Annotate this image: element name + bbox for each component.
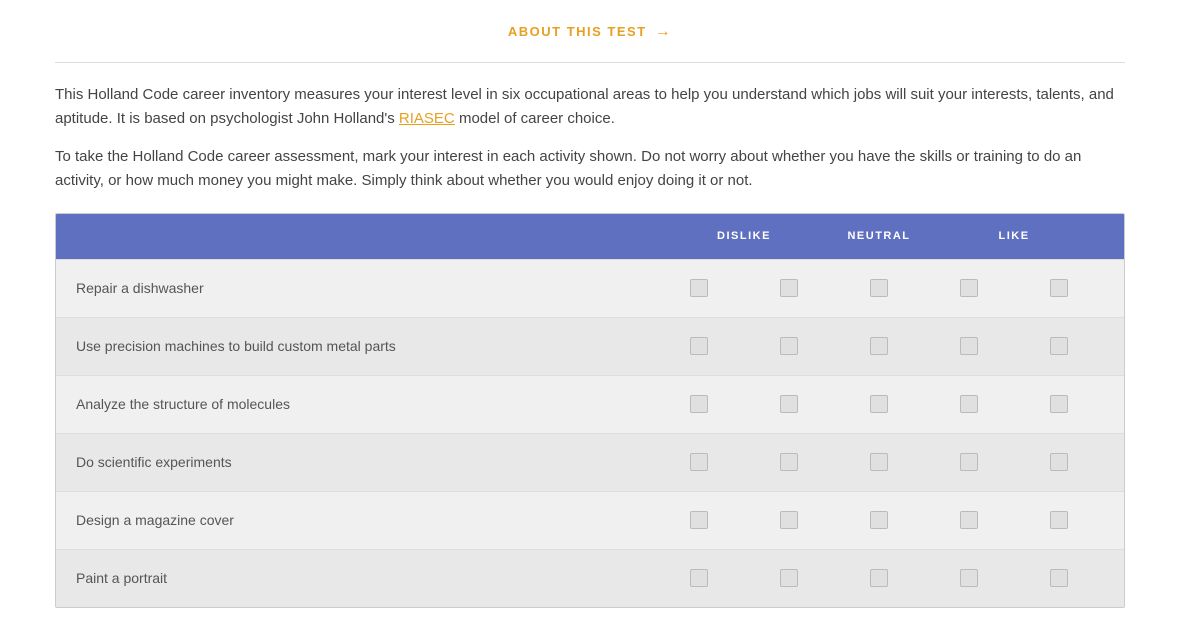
checkbox-like-4-1[interactable] — [924, 453, 1014, 471]
checkbox-like-6-1[interactable] — [924, 569, 1014, 587]
checkbox-like-4-2[interactable] — [1014, 453, 1104, 471]
checkbox-neutral-3[interactable] — [834, 395, 924, 413]
activity-label: Do scientific experiments — [76, 452, 654, 473]
table-row: Design a magazine cover — [56, 491, 1124, 549]
checkbox-neutral-4[interactable] — [834, 453, 924, 471]
activity-label: Use precision machines to build custom m… — [76, 336, 654, 357]
activity-label: Repair a dishwasher — [76, 278, 654, 299]
intro-paragraph-2: To take the Holland Code career assessme… — [55, 145, 1125, 193]
checkbox-dislike-4-1[interactable] — [654, 453, 744, 471]
col-dislike-1: DISLIKE — [654, 228, 834, 245]
col-like-1: LIKE — [924, 228, 1104, 245]
checkbox-dislike-1-1[interactable] — [654, 279, 744, 297]
checkbox-dislike-5-2[interactable] — [744, 511, 834, 529]
about-link-text: ABOUT THIS TEST — [508, 22, 647, 42]
table-row: Do scientific experiments — [56, 433, 1124, 491]
checkbox-neutral-5[interactable] — [834, 511, 924, 529]
table-row: Paint a portrait — [56, 549, 1124, 607]
checkbox-dislike-5-1[interactable] — [654, 511, 744, 529]
checkbox-dislike-4-2[interactable] — [744, 453, 834, 471]
col-neutral: NEUTRAL — [834, 228, 924, 245]
activity-label: Analyze the structure of molecules — [76, 394, 654, 415]
table-row: Repair a dishwasher — [56, 259, 1124, 317]
checkbox-like-3-1[interactable] — [924, 395, 1014, 413]
checkbox-dislike-6-1[interactable] — [654, 569, 744, 587]
checkbox-dislike-2-2[interactable] — [744, 337, 834, 355]
checkbox-dislike-6-2[interactable] — [744, 569, 834, 587]
page-wrapper: ABOUT THIS TEST → This Holland Code care… — [25, 0, 1155, 618]
intro-paragraph-1: This Holland Code career inventory measu… — [55, 83, 1125, 131]
checkbox-neutral-2[interactable] — [834, 337, 924, 355]
arrow-icon: → — [655, 20, 673, 44]
checkbox-dislike-1-2[interactable] — [744, 279, 834, 297]
table-row: Analyze the structure of molecules — [56, 375, 1124, 433]
table-row: Use precision machines to build custom m… — [56, 317, 1124, 375]
checkbox-like-6-2[interactable] — [1014, 569, 1104, 587]
checkbox-dislike-3-1[interactable] — [654, 395, 744, 413]
checkbox-dislike-2-1[interactable] — [654, 337, 744, 355]
activity-label: Paint a portrait — [76, 568, 654, 589]
checkbox-like-1-2[interactable] — [1014, 279, 1104, 297]
table-header: DISLIKE NEUTRAL LIKE — [56, 214, 1124, 259]
checkbox-neutral-1[interactable] — [834, 279, 924, 297]
checkbox-like-1-1[interactable] — [924, 279, 1014, 297]
about-link[interactable]: ABOUT THIS TEST → — [55, 20, 1125, 44]
checkbox-like-2-2[interactable] — [1014, 337, 1104, 355]
checkbox-dislike-3-2[interactable] — [744, 395, 834, 413]
riasec-link[interactable]: RIASEC — [399, 110, 455, 127]
checkbox-like-2-1[interactable] — [924, 337, 1014, 355]
checkbox-like-3-2[interactable] — [1014, 395, 1104, 413]
checkbox-like-5-2[interactable] — [1014, 511, 1104, 529]
divider — [55, 62, 1125, 63]
activity-table: DISLIKE NEUTRAL LIKE Repair a dishwasher… — [55, 213, 1125, 608]
checkbox-like-5-1[interactable] — [924, 511, 1014, 529]
checkbox-neutral-6[interactable] — [834, 569, 924, 587]
activity-label: Design a magazine cover — [76, 510, 654, 531]
